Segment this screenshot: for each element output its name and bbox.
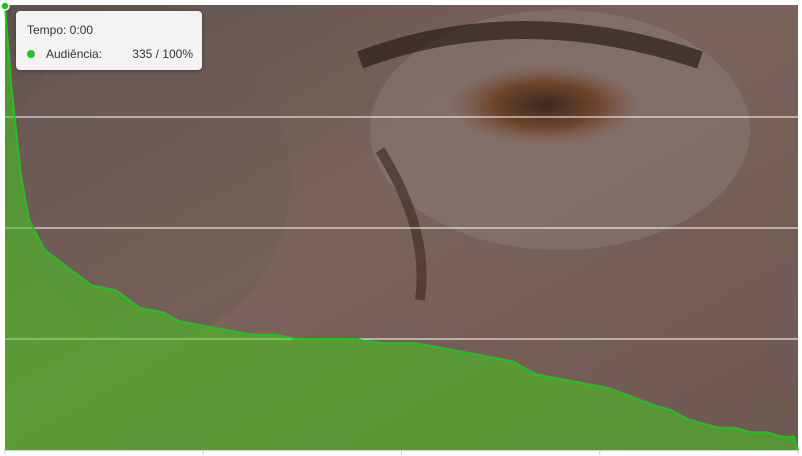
tooltip: Tempo: 0:00 Audiência: 335 / 100% bbox=[16, 11, 202, 70]
tooltip-series-label: Audiência: bbox=[46, 47, 103, 61]
tooltip-title: Tempo: 0:00 bbox=[27, 23, 94, 37]
series-color-dot bbox=[27, 50, 35, 58]
hover-point[interactable] bbox=[0, 1, 10, 11]
tooltip-value: 335 / 100% bbox=[132, 47, 193, 61]
audience-retention-chart: Tempo: 0:00 Audiência: 335 / 100% bbox=[0, 0, 802, 456]
tooltip-row: Audiência: 335 / 100% bbox=[27, 46, 193, 62]
x-axis bbox=[4, 450, 799, 455]
